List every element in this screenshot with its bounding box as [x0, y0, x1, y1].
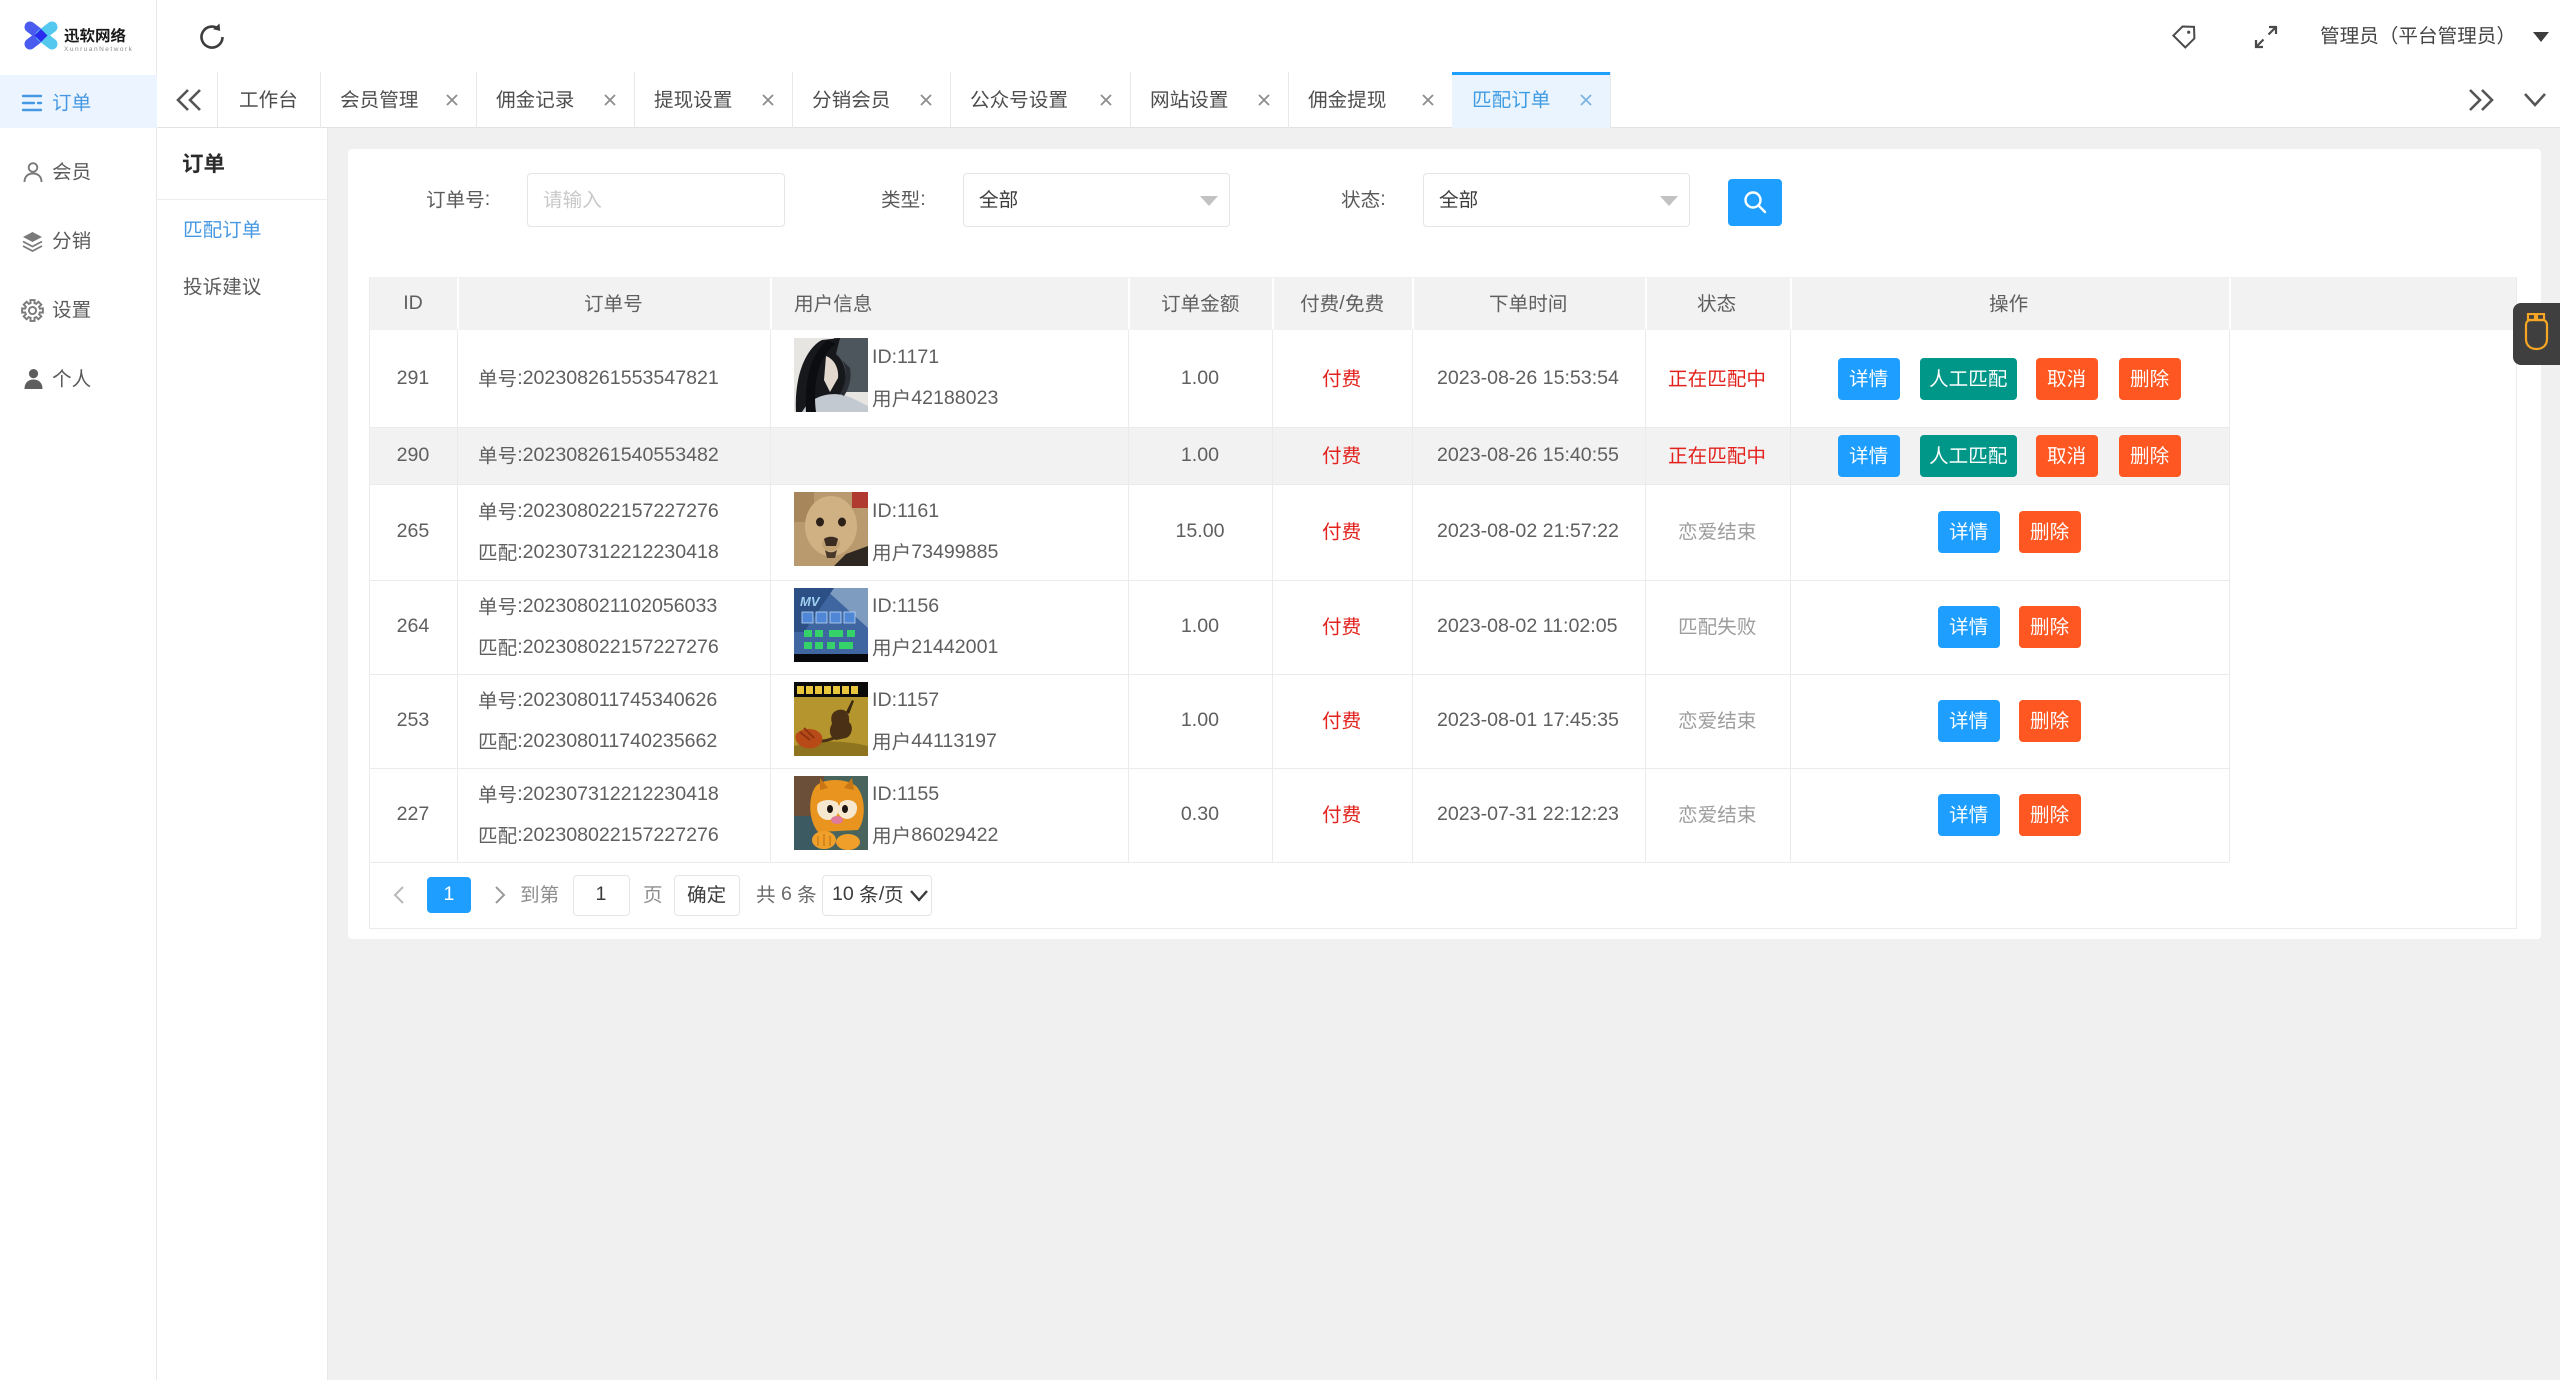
- svg-text:MV: MV: [800, 594, 821, 609]
